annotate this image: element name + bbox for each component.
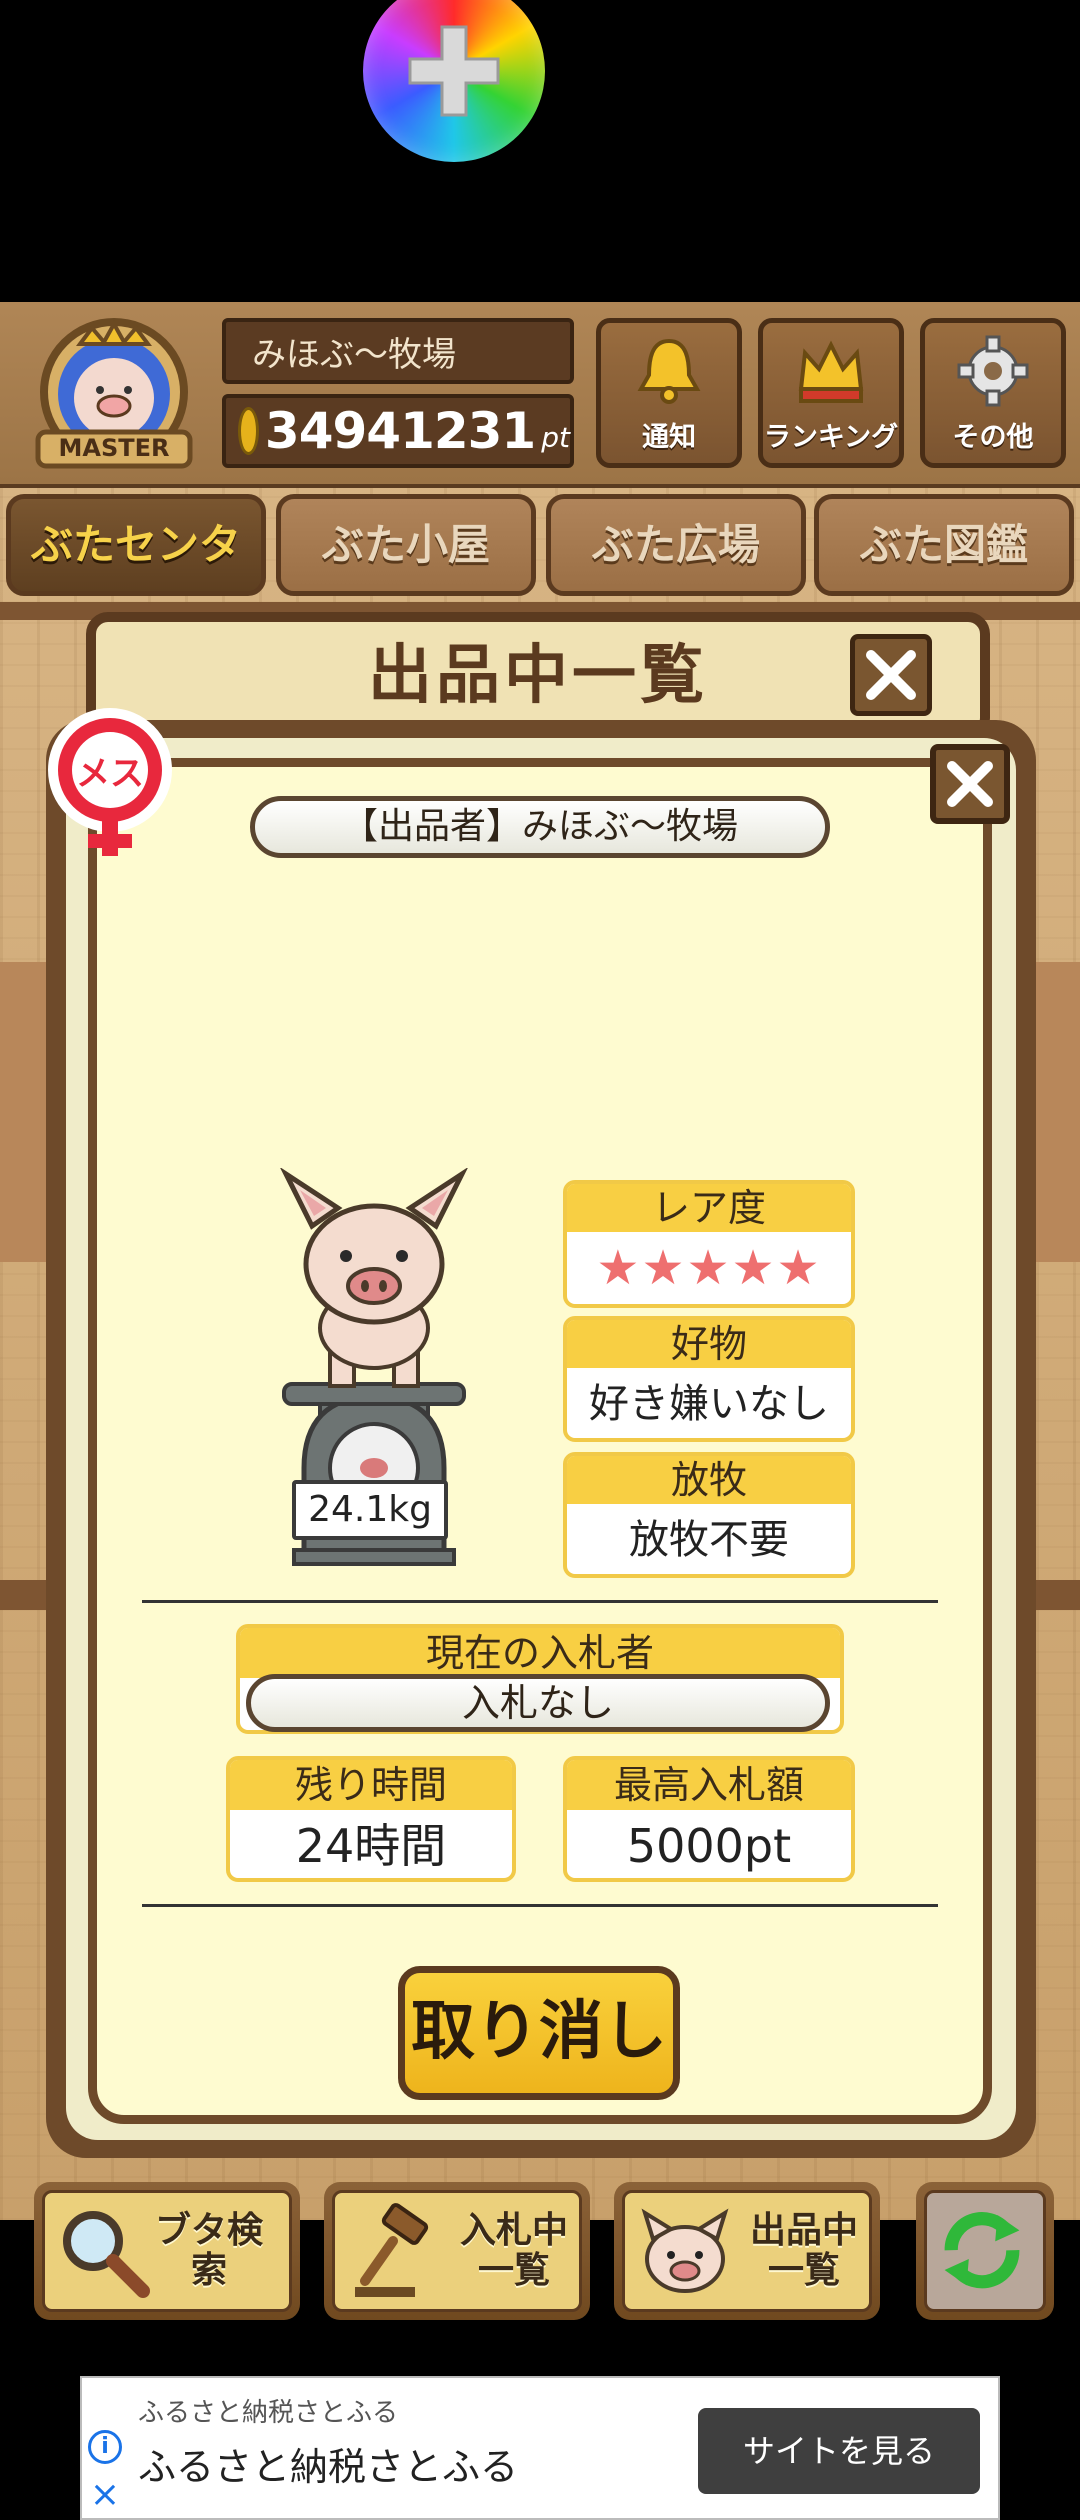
background-wall-right xyxy=(1036,962,1080,1262)
listing-list-label: 出品中 一覧 xyxy=(749,2193,859,2309)
female-badge: メス xyxy=(44,708,176,864)
close-icon xyxy=(947,761,993,807)
refresh-icon xyxy=(944,2212,1020,2289)
notification-button[interactable]: 通知 xyxy=(596,318,742,468)
coin-icon xyxy=(238,407,259,455)
remaining-time-value: 24時間 xyxy=(295,1819,447,1873)
ad-title: ふるさと納税さとふる xyxy=(138,2445,519,2489)
current-bidder-value: 入札なし xyxy=(246,1674,830,1732)
refresh-button[interactable] xyxy=(916,2182,1054,2320)
rarity-card: レア度 ★★★★★ xyxy=(563,1180,855,1308)
listing-list-button[interactable]: 出品中 一覧 xyxy=(614,2182,880,2320)
grazing-label: 放牧 xyxy=(567,1456,851,1504)
points-unit: pt xyxy=(541,420,570,454)
dialog-title: 出品中一覧 xyxy=(368,639,708,713)
dialog-panel xyxy=(88,758,992,2124)
master-badge[interactable]: MASTER xyxy=(18,314,214,474)
divider xyxy=(142,1904,938,1907)
background-beam-right xyxy=(1030,1580,1080,1610)
seller-label: 【出品者】みほぶ〜牧場 xyxy=(250,796,830,858)
background-wall-left xyxy=(0,962,46,1262)
tab-buta-center[interactable]: ぶたセンター xyxy=(6,494,266,661)
points-display: 34941231 pt xyxy=(222,394,574,468)
weight-display: 24.1kg xyxy=(292,1480,448,1540)
close-icon xyxy=(866,650,916,700)
ad-banner[interactable]: ふるさと納税さとふる ふるさと納税さとふる i × サイトを見る xyxy=(80,2376,1000,2520)
tab-buta-plaza[interactable]: ぶた広場 xyxy=(546,494,806,596)
info-icon[interactable]: i xyxy=(88,2430,122,2464)
bidding-list-text: 入札中 一覧 xyxy=(459,2210,568,2291)
ranking-label: ランキング xyxy=(763,422,899,453)
divider xyxy=(142,1600,938,1603)
refresh-face xyxy=(924,2190,1046,2312)
pig-search-label: ブタ検索 xyxy=(154,2210,263,2291)
rarity-label: レア度 xyxy=(567,1184,851,1232)
close-icon[interactable]: × xyxy=(88,2477,122,2513)
other-button[interactable]: その他 xyxy=(920,318,1066,468)
bell-icon xyxy=(601,331,737,415)
ad-advertiser: ふるさと納税さとふる xyxy=(138,2398,399,2428)
panel-close-button[interactable] xyxy=(930,744,1010,824)
cancel-listing-button[interactable]: 取り消し xyxy=(398,1966,680,2100)
max-bid-value: 5000pt xyxy=(626,1819,792,1873)
tab-buta-encyclopedia[interactable]: ぶた図鑑 xyxy=(814,494,1074,596)
female-label: メス xyxy=(76,754,144,794)
max-bid-label: 最高入札額 xyxy=(567,1760,851,1810)
tab-buta-hut[interactable]: ぶた小屋 xyxy=(276,494,536,596)
header-bar: MASTER みほぶ〜牧場 34941231 pt 通知 ランキング その他 xyxy=(0,302,1080,488)
favorite-food-label: 好物 xyxy=(567,1320,851,1368)
notification-label: 通知 xyxy=(642,422,696,453)
title-close-button[interactable] xyxy=(850,634,932,716)
dpad-icon xyxy=(404,21,504,121)
listing-list-face: 出品中 一覧 xyxy=(622,2190,872,2312)
bidding-list-face: 入札中 一覧 xyxy=(332,2190,582,2312)
floating-gamepad-button[interactable] xyxy=(363,0,545,162)
listing-list-text: 出品中 一覧 xyxy=(749,2210,858,2291)
pig-search-button[interactable]: ブタ検索 xyxy=(34,2182,300,2320)
gear-icon xyxy=(925,331,1061,415)
max-bid-card: 最高入札額 5000pt xyxy=(563,1756,855,1882)
current-bidder-label: 現在の入札者 xyxy=(240,1628,840,1678)
ranking-button[interactable]: ランキング xyxy=(758,318,904,468)
favorite-food-card: 好物 好き嫌いなし xyxy=(563,1316,855,1442)
ad-cta-button[interactable]: サイトを見る xyxy=(698,2408,980,2494)
rarity-stars: ★★★★★ xyxy=(596,1240,822,1296)
farm-name: みほぶ〜牧場 xyxy=(222,318,574,384)
grazing-value: 放牧不要 xyxy=(629,1517,789,1563)
remaining-time-card: 残り時間 24時間 xyxy=(226,1756,516,1882)
bidding-list-button[interactable]: 入札中 一覧 xyxy=(324,2182,590,2320)
grazing-card: 放牧 放牧不要 xyxy=(563,1452,855,1578)
game-screen: MASTER みほぶ〜牧場 34941231 pt 通知 ランキング その他 ぶ… xyxy=(0,302,1080,2320)
other-label: その他 xyxy=(952,422,1034,453)
crown-icon xyxy=(763,331,899,415)
bidding-list-label: 入札中 一覧 xyxy=(459,2193,569,2309)
favorite-food-value: 好き嫌いなし xyxy=(589,1381,829,1427)
badge-label: MASTER xyxy=(58,434,170,462)
remaining-time-label: 残り時間 xyxy=(230,1760,512,1810)
points-value: 34941231 xyxy=(264,402,536,460)
pig-search-face: ブタ検索 xyxy=(42,2190,292,2312)
pig-face-icon xyxy=(641,2208,729,2293)
gavel-icon xyxy=(355,2203,429,2297)
